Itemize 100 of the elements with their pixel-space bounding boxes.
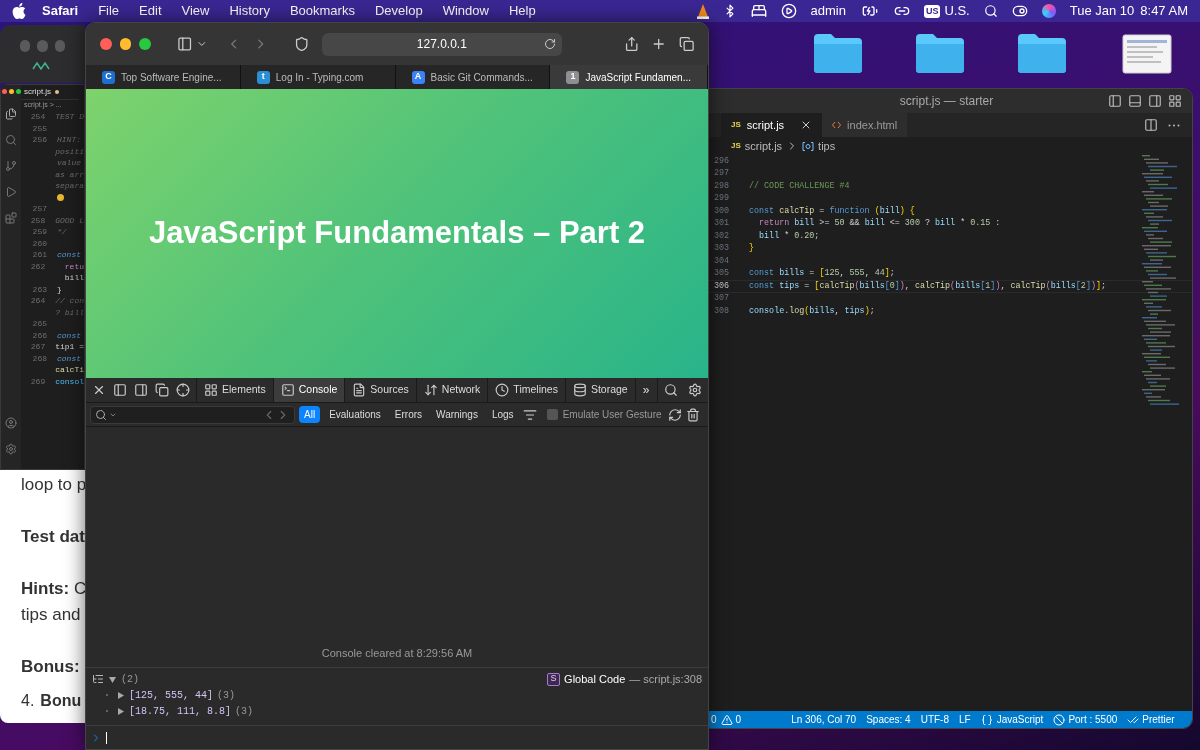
extensions-icon[interactable] (5, 212, 17, 224)
devtools-tab[interactable]: Elements (196, 378, 273, 402)
filter-tab[interactable]: Logs (486, 406, 519, 423)
line-number: 256 (32, 135, 47, 144)
split-editor-icon[interactable] (1144, 118, 1158, 132)
disclosure-triangle-icon[interactable] (108, 674, 117, 684)
devtools-tab[interactable]: Storage (564, 378, 635, 402)
menu-clock[interactable]: 8:47 AM (1140, 1, 1188, 21)
devtools-tab[interactable]: Timelines (487, 378, 565, 402)
status-item[interactable]: LF (959, 712, 971, 727)
devtools-tab[interactable]: Sources (344, 378, 416, 402)
input-source-label[interactable]: U.S. (944, 1, 970, 21)
disclosure-triangle-icon[interactable] (116, 690, 125, 700)
source-location[interactable]: — script.js:308 (629, 670, 702, 688)
user-name[interactable]: admin (810, 1, 846, 21)
window-minimize-button[interactable] (8, 89, 14, 94)
array-value[interactable]: [125, 555, 44] (129, 687, 213, 703)
menu-item[interactable]: Help (508, 1, 536, 21)
layout-icon[interactable] (1148, 94, 1162, 108)
search-icon[interactable] (664, 383, 678, 397)
filter-field[interactable] (90, 405, 295, 424)
filter-tab[interactable]: Evaluations (324, 406, 386, 423)
new-tab-icon[interactable] (651, 36, 667, 52)
layout-icon[interactable] (1108, 94, 1122, 108)
address-field[interactable]: 127.0.0.1 (321, 32, 562, 56)
sidebar-icon[interactable] (176, 36, 193, 52)
checkbox[interactable] (546, 409, 558, 420)
browser-tab[interactable]: C Top Software Engine... (86, 65, 241, 89)
tab-overview-icon[interactable] (678, 36, 694, 52)
close-icon[interactable] (92, 383, 106, 397)
search-icon[interactable] (983, 4, 998, 18)
dock-left-icon[interactable] (113, 383, 127, 397)
window-zoom-button[interactable] (15, 89, 21, 94)
devtools-tab[interactable]: Network (415, 378, 488, 402)
status-item[interactable]: Ln 306, Col 70 (791, 712, 857, 727)
status-item[interactable]: UTF-8 (920, 712, 949, 727)
filter-tab[interactable]: Warnings (431, 406, 483, 423)
layout-icon[interactable] (1168, 94, 1182, 108)
more-tabs-button[interactable]: » (634, 378, 657, 402)
browser-tab[interactable]: 1 JavaScript Fundamen... (550, 65, 708, 89)
layout-icon[interactable] (1128, 94, 1142, 108)
status-item[interactable]: Port : 5500 (1053, 712, 1118, 727)
crosshair-icon[interactable] (176, 383, 190, 397)
browser-tab[interactable]: A Basic Git Commands... (395, 65, 551, 89)
log-count: (2) (121, 672, 139, 687)
code-line: ? bill (55, 306, 84, 318)
browser-tab[interactable]: t Log In - Typing.com (240, 65, 396, 89)
settings-icon[interactable] (688, 383, 702, 397)
disclosure-triangle-icon[interactable] (116, 706, 125, 716)
editor-tab[interactable]: JS script.js (721, 113, 823, 137)
more-icon[interactable] (1168, 123, 1180, 127)
filter-tab[interactable]: All (299, 406, 321, 423)
files-icon[interactable] (5, 108, 17, 120)
account-icon[interactable] (5, 417, 17, 429)
detach-window-icon[interactable] (155, 383, 169, 397)
menu-item[interactable]: Safari (42, 1, 79, 21)
menu-item[interactable]: View (181, 1, 210, 21)
menu-date[interactable]: Tue Jan 10 (1069, 1, 1135, 21)
menu-item[interactable]: File (98, 1, 120, 21)
traffic-cone-icon[interactable] (696, 3, 709, 19)
play-icon[interactable] (780, 3, 797, 19)
window-minimize-button[interactable] (119, 38, 132, 50)
folder-icon (914, 32, 966, 74)
status-item[interactable]: 0 (720, 712, 742, 727)
menu-item[interactable]: Bookmarks (289, 1, 355, 21)
line-number: 261 (32, 250, 47, 259)
source-name[interactable]: Global Code (564, 670, 626, 688)
siri-icon[interactable] (1041, 4, 1056, 18)
code-line: consol (55, 375, 84, 387)
menu-item[interactable]: History (229, 1, 270, 21)
filter-tab[interactable]: Errors (389, 406, 428, 423)
run-icon[interactable] (5, 186, 17, 198)
window-close-button[interactable] (100, 38, 112, 50)
bed-icon[interactable] (750, 3, 767, 19)
status-item[interactable]: 0 (711, 712, 717, 727)
document-thumbnail-icon[interactable] (1122, 34, 1172, 74)
devtools-tab[interactable]: Console (272, 378, 345, 402)
dock-right-icon[interactable] (134, 383, 148, 397)
reload-icon[interactable] (543, 37, 556, 50)
source-control-icon[interactable] (5, 160, 17, 172)
breadcrumb-item[interactable]: tips (818, 137, 836, 155)
status-item[interactable]: Spaces: 4 (866, 712, 911, 727)
share-icon[interactable] (623, 36, 640, 52)
filter-icon[interactable] (522, 407, 537, 422)
article-text: tips and (21, 604, 82, 626)
breadcrumb-item[interactable]: script.js (744, 137, 783, 155)
shield-icon[interactable] (294, 36, 310, 52)
status-item[interactable]: JavaScript (980, 712, 1044, 727)
refresh-icon[interactable] (668, 407, 682, 422)
array-value[interactable]: [18.75, 111, 8.8] (129, 703, 232, 719)
menu-item[interactable]: Window (442, 1, 489, 21)
window-close-button[interactable] (1, 89, 7, 94)
menu-item[interactable]: Develop (374, 1, 423, 21)
window-zoom-button[interactable] (139, 38, 151, 50)
trash-icon[interactable] (686, 407, 700, 422)
input-source-badge[interactable]: US (923, 4, 941, 18)
menu-item[interactable]: Edit (139, 1, 162, 21)
editor-tab[interactable]: index.html (822, 113, 908, 137)
control-center-icon[interactable] (1011, 3, 1028, 19)
status-item[interactable]: Prettier (1127, 712, 1175, 727)
